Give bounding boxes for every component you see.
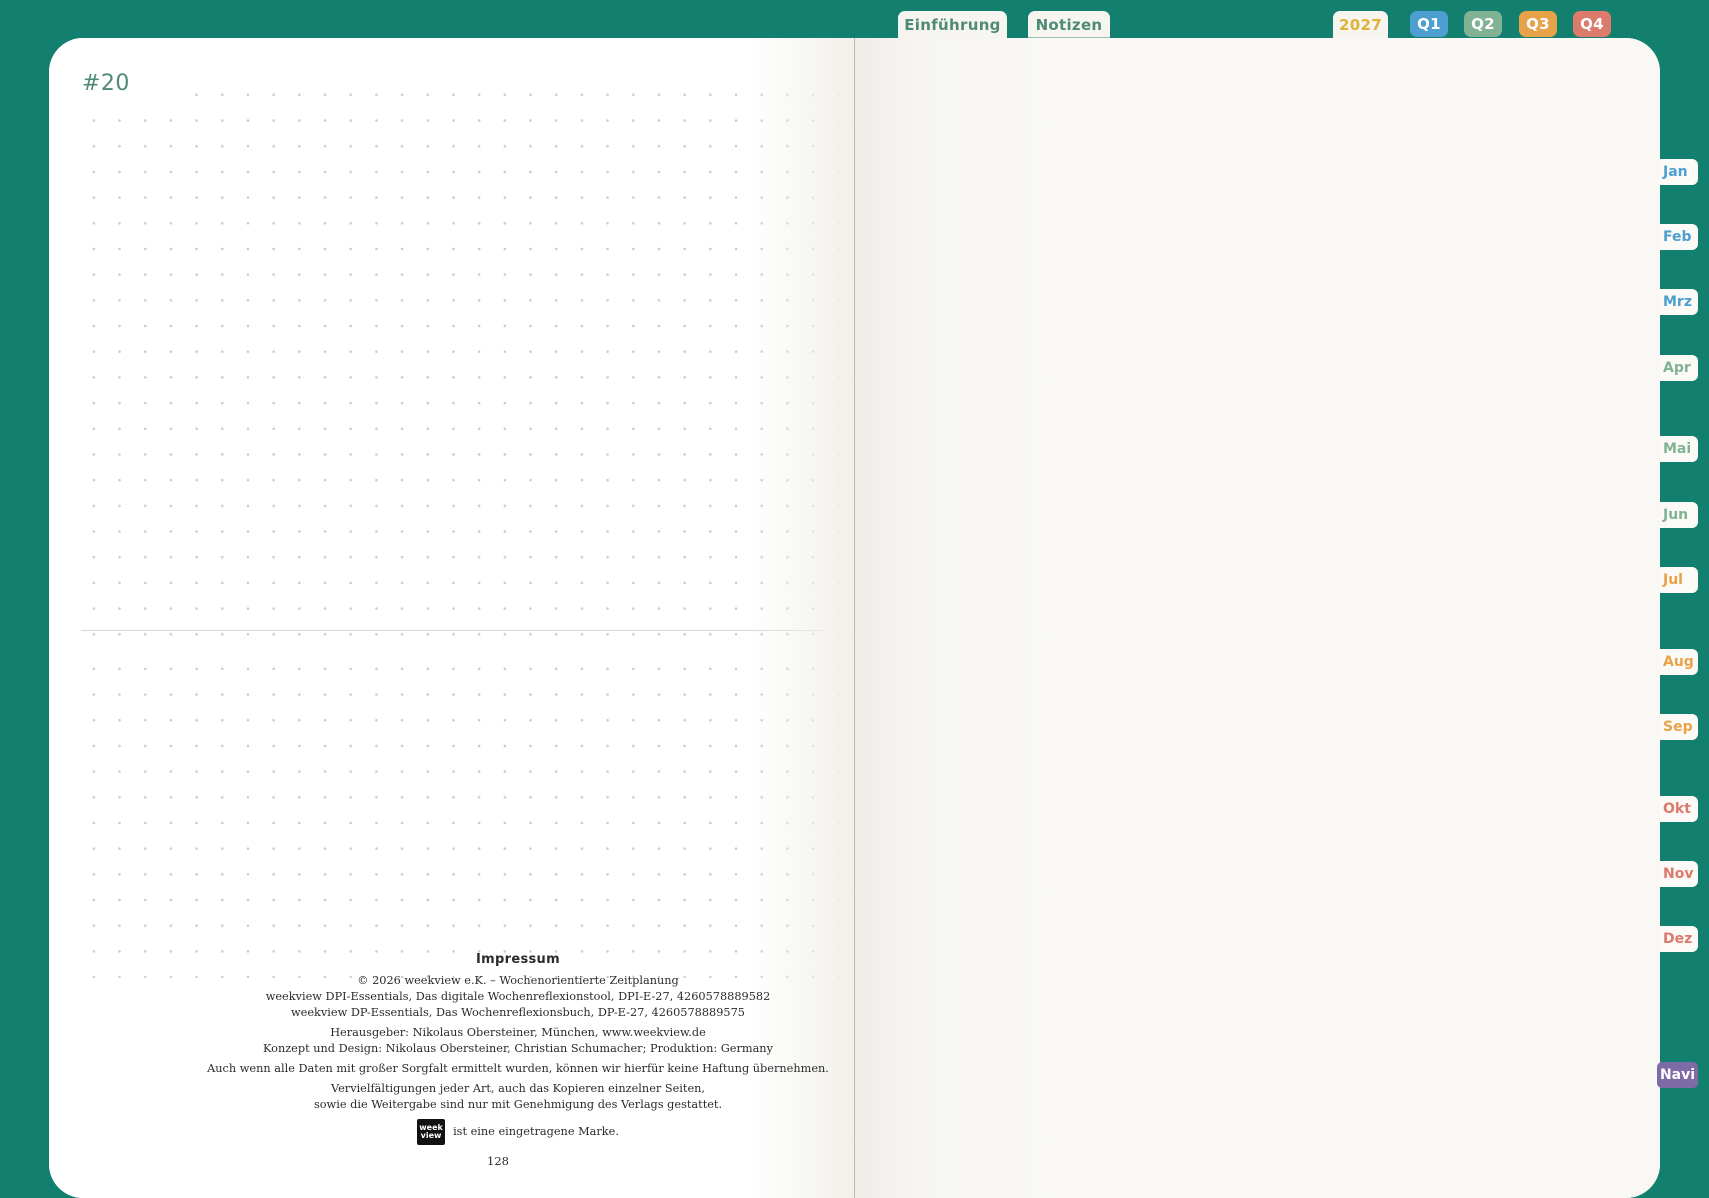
impressum-publisher: Herausgeber: Nikolaus Obersteiner, Münch… (330, 1026, 706, 1039)
page-number: 128 (487, 1154, 509, 1168)
month-tab-feb[interactable]: Feb (1660, 224, 1698, 250)
tab-q4[interactable]: Q4 (1573, 11, 1611, 37)
right-page (855, 38, 1660, 1198)
tab-q1[interactable]: Q1 (1410, 11, 1448, 37)
weekview-logo: week view (417, 1119, 446, 1145)
tab-q3[interactable]: Q3 (1519, 11, 1557, 37)
impressum-concept: Konzept und Design: Nikolaus Obersteiner… (263, 1042, 773, 1055)
month-tab-mai[interactable]: Mai (1660, 436, 1698, 462)
month-tab-jun[interactable]: Jun (1660, 502, 1698, 528)
impressum-copy-notice-2: sowie die Weitergabe sind nur mit Genehm… (313, 1098, 723, 1111)
tab-q2[interactable]: Q2 (1464, 11, 1502, 37)
month-tab-jul[interactable]: Jul (1660, 567, 1698, 593)
impressum-disclaimer: Auch wenn alle Daten mit großer Sorgfalt… (207, 1062, 829, 1075)
trademark-row: week view ist eine eingetragene Marke. (139, 1119, 897, 1145)
navi-button[interactable]: Navi (1657, 1062, 1698, 1088)
month-tab-nov[interactable]: Nov (1660, 861, 1698, 887)
month-tab-okt[interactable]: Okt (1660, 796, 1698, 822)
impressum-product-2: weekview DP-Essentials, Das Wochenreflex… (291, 1006, 745, 1019)
month-tab-apr[interactable]: Apr (1660, 355, 1698, 381)
month-tab-dez[interactable]: Dez (1660, 926, 1698, 952)
impressum-copyright: © 2026 weekview e.K. – Wochenorientierte… (357, 974, 679, 987)
divider (81, 630, 823, 631)
impressum-copy-notice-1: Vervielfältigungen jeder Art, auch das K… (330, 1082, 705, 1095)
impressum-heading: Impressum (476, 952, 560, 967)
page-title: #20 (82, 71, 130, 96)
month-tab-jan[interactable]: Jan (1660, 159, 1698, 185)
month-tab-aug[interactable]: Aug (1660, 649, 1698, 675)
notebook-spread: #20 Impressum © 2026 weekview e.K. – Woc… (49, 38, 1660, 1198)
month-tab-mrz[interactable]: Mrz (1660, 289, 1698, 315)
impressum-product-1: weekview DPI-Essentials, Das digitale Wo… (265, 990, 771, 1003)
month-tab-sep[interactable]: Sep (1660, 714, 1698, 740)
tab-einfuehrung[interactable]: Einführung (898, 11, 1007, 39)
trademark-text: ist eine eingetragene Marke. (453, 1125, 619, 1138)
impressum: Impressum © 2026 weekview e.K. – Wocheno… (139, 952, 897, 1169)
left-page: #20 Impressum © 2026 weekview e.K. – Woc… (49, 38, 873, 1198)
tab-year[interactable]: 2027 (1333, 11, 1388, 39)
tab-notizen[interactable]: Notizen (1028, 11, 1110, 39)
